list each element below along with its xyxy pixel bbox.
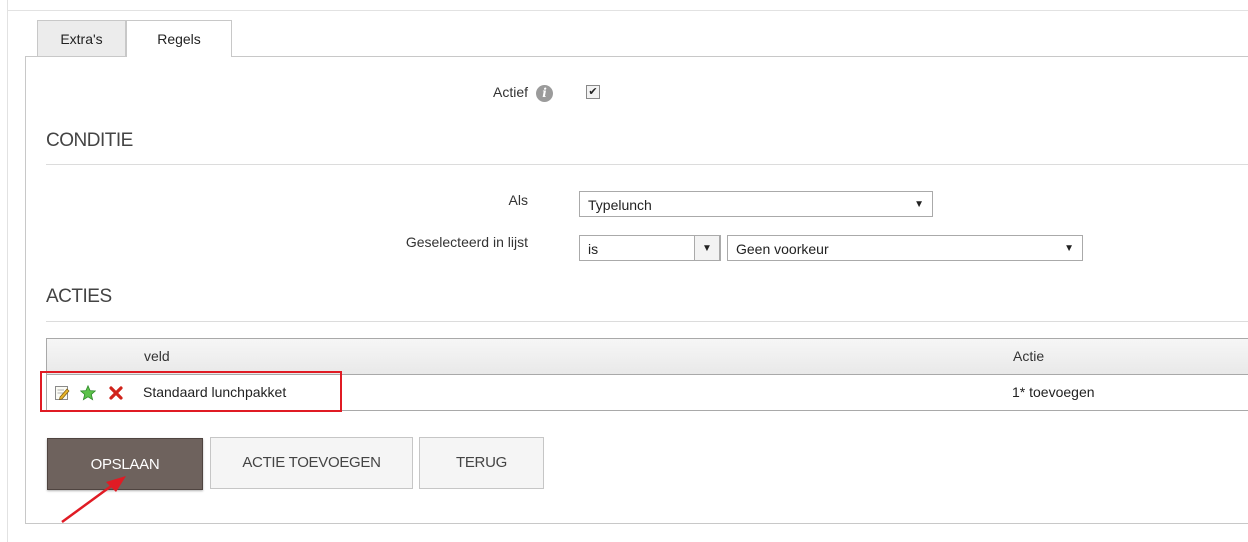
- tab-panel: [25, 56, 1248, 524]
- als-label: Als: [508, 192, 528, 208]
- add-action-button[interactable]: ACTIE TOEVOEGEN: [210, 437, 413, 489]
- list-select-value: Geen voorkeur: [736, 241, 829, 257]
- als-select-value: Typelunch: [588, 197, 652, 213]
- actief-checkbox[interactable]: ✔: [586, 85, 600, 99]
- annotation-highlight-box: [40, 371, 342, 412]
- tab-regels[interactable]: Regels: [126, 20, 232, 57]
- tab-extras[interactable]: Extra's: [37, 20, 126, 56]
- section-title-acties: ACTIES: [46, 286, 112, 307]
- column-header-veld[interactable]: veld: [144, 348, 170, 364]
- als-select[interactable]: Typelunch ▼: [579, 191, 933, 217]
- operator-select-value: is: [588, 241, 599, 257]
- info-icon[interactable]: i: [536, 85, 553, 102]
- list-select[interactable]: Geen voorkeur ▼: [727, 235, 1083, 261]
- save-button[interactable]: OPSLAAN: [47, 438, 203, 490]
- outer-top-border: [7, 10, 1248, 11]
- geselecteerd-label: Geselecteerd in lijst: [405, 234, 528, 250]
- outer-left-border: [7, 0, 8, 542]
- chevron-down-icon: ▼: [914, 199, 924, 210]
- section-title-conditie: CONDITIE: [46, 130, 133, 151]
- checkbox-check-icon: ✔: [588, 86, 598, 98]
- chevron-down-icon: ▼: [1064, 243, 1074, 254]
- grid-header: veld Actie: [47, 339, 1248, 375]
- back-button[interactable]: TERUG: [419, 437, 544, 489]
- chevron-down-icon[interactable]: ▼: [694, 235, 720, 261]
- column-header-actie[interactable]: Actie: [1013, 348, 1044, 364]
- divider: [46, 164, 1248, 165]
- operator-select[interactable]: is ▼: [579, 235, 721, 261]
- divider: [46, 321, 1248, 322]
- actief-label: Actief: [492, 84, 528, 100]
- cell-actie: 1* toevoegen: [1012, 384, 1095, 400]
